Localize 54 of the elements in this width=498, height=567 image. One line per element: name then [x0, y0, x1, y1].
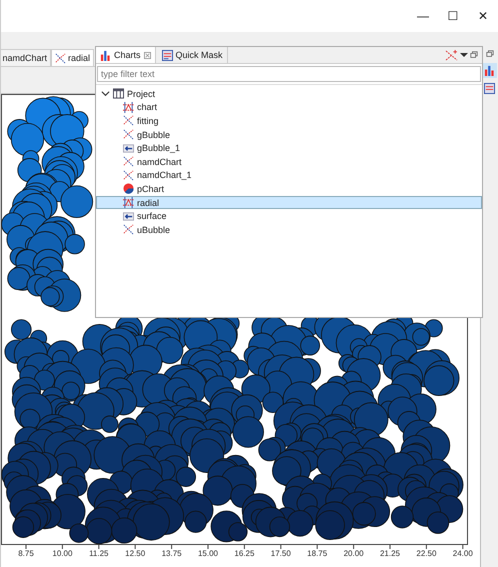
tree-item[interactable]: namdChart: [137, 156, 182, 167]
tree-item[interactable]: radial: [137, 198, 160, 208]
grid-chart-icon: [123, 197, 134, 208]
axis-tick-label: 8.75: [18, 549, 34, 558]
dropdown-caret-icon[interactable]: [460, 51, 468, 59]
axis-tick-label: 17.50: [270, 549, 291, 558]
axis-tick-label: 20.00: [344, 549, 364, 558]
tree-item[interactable]: chart: [137, 102, 158, 112]
window-control[interactable]: ✕: [468, 9, 498, 23]
scatter-chart-icon: [123, 115, 134, 126]
close-icon[interactable]: [144, 52, 151, 58]
axis-tick-label: 15.00: [198, 549, 218, 558]
arrow-chart-icon: [123, 210, 134, 222]
axis-tick-label: 12.50: [125, 549, 146, 558]
tree-item[interactable]: uBubble: [137, 224, 170, 235]
tree-item[interactable]: gBubble: [137, 130, 170, 140]
axis-tick-label: 24.00: [452, 549, 473, 558]
editor-tab[interactable]: radial: [50, 49, 94, 66]
restore-icon[interactable]: [486, 50, 494, 58]
axis-tick-label: 18.75: [307, 549, 328, 558]
tree-item[interactable]: Project: [127, 88, 156, 99]
expand-toggle-icon[interactable]: [101, 89, 110, 98]
editor-tab[interactable]: namdChart: [1, 49, 51, 66]
axis-tick-label: 16.25: [234, 549, 254, 558]
tree-item[interactable]: surface: [137, 211, 167, 222]
scatter-chart-icon: [123, 129, 134, 140]
arrow-chart-icon: [123, 142, 134, 154]
view-tab[interactable]: Quick Mask: [158, 47, 228, 63]
bar-chart-icon: [100, 50, 111, 60]
mask-icon[interactable]: [482, 81, 497, 96]
mask-icon: [162, 50, 173, 60]
axis-tick-label: 22.50: [416, 549, 436, 558]
scatter-chart-icon: [54, 52, 66, 64]
tree-item[interactable]: namdChart_1: [137, 170, 192, 180]
window-control[interactable]: ☐: [438, 9, 468, 23]
scatter-chart-icon: [123, 170, 134, 181]
tree-item[interactable]: pChart: [137, 184, 164, 194]
axis-tick-label: 10.00: [52, 549, 72, 558]
window-control[interactable]: —: [408, 9, 438, 23]
bar-chart-icon[interactable]: [482, 63, 497, 78]
axis-tick-label: 11.25: [89, 549, 109, 558]
filter-field[interactable]: type filter text: [97, 66, 481, 82]
table-icon: [113, 88, 124, 100]
pie-chart-icon: [123, 183, 134, 194]
view-tab[interactable]: Charts: [96, 47, 156, 63]
tree-item[interactable]: fitting: [137, 116, 159, 126]
grid-chart-icon: [123, 102, 134, 113]
axis-tick-label: 21.25: [380, 549, 400, 558]
tree-item[interactable]: gBubble_1: [137, 143, 180, 154]
axis-tick-label: 13.75: [162, 549, 182, 558]
scatter-chart-icon: [123, 156, 134, 168]
minimize-icon[interactable]: [470, 51, 478, 59]
scatter-chart-icon: [123, 224, 134, 236]
scatter-menu-icon[interactable]: [445, 50, 458, 60]
